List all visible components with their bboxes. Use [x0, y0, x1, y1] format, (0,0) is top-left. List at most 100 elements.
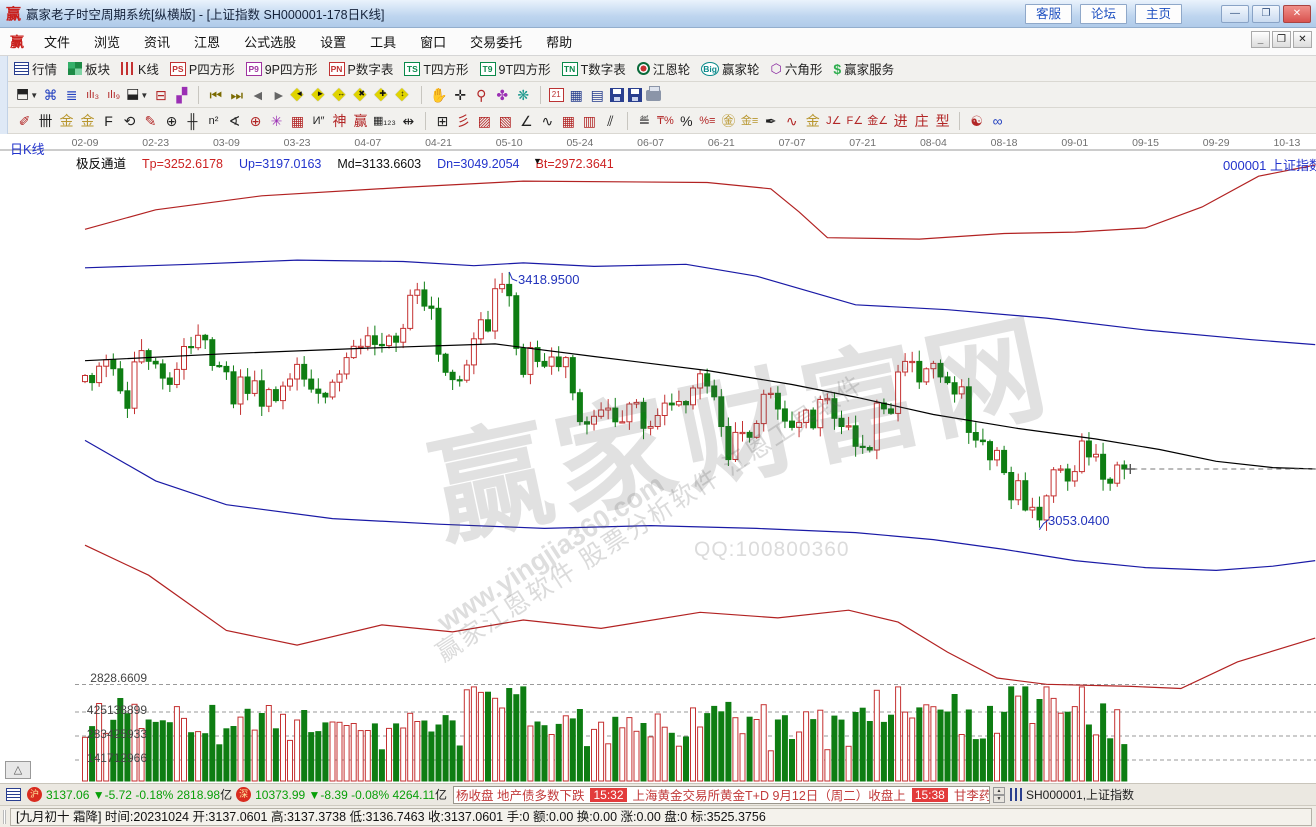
tick-ruler-icon[interactable]: 卌 — [37, 111, 54, 131]
menu-item-tools[interactable]: 工具 — [358, 29, 408, 54]
spinner-up-button[interactable]: ▲ — [993, 787, 1005, 795]
menu-item-trade-order[interactable]: 交易委托 — [458, 29, 534, 54]
menu-item-settings[interactable]: 设置 — [308, 29, 358, 54]
spiral-tool-icon[interactable]: ⟲ — [121, 111, 138, 131]
pattern-window-icon[interactable]: ⌘ — [42, 85, 59, 105]
star-wheel-icon[interactable]: ✳ — [268, 111, 285, 131]
toolbar-button-winner-wheel[interactable]: Big赢家轮 — [701, 59, 759, 78]
gann-box-icon[interactable]: ⊞ — [434, 111, 451, 131]
close-button[interactable]: ✕ — [1283, 5, 1311, 23]
gold-ruler-b-icon[interactable]: 金 — [79, 111, 96, 131]
gold-mid-icon[interactable]: 金 — [804, 111, 821, 131]
xing-tool-icon[interactable]: 型 — [934, 111, 951, 131]
mdi-minimize-button[interactable]: _ — [1251, 31, 1270, 48]
infinity-icon[interactable]: ∞ — [989, 111, 1006, 131]
zigzag-line-icon[interactable]: ∿ — [539, 111, 556, 131]
note-list-icon[interactable]: ≣ — [63, 85, 80, 105]
restore-button[interactable]: ❐ — [1252, 5, 1280, 23]
menu-item-browse[interactable]: 浏览 — [82, 29, 132, 54]
customer-service-button[interactable]: 客服 — [1025, 4, 1072, 24]
expand-panel-button[interactable]: △ — [5, 761, 31, 779]
crosshair-tool-icon[interactable]: ✛ — [452, 85, 469, 105]
print-icon[interactable] — [646, 90, 661, 101]
color-bars-icon[interactable]: ▞ — [173, 85, 190, 105]
first-bar-icon[interactable]: ⏮ — [207, 85, 224, 105]
gold-angle-icon[interactable]: 金∠ — [867, 111, 888, 131]
plain-ruler-icon[interactable]: ╫ — [184, 111, 201, 131]
yinyang-icon[interactable]: ☯ — [968, 111, 985, 131]
toolbar-button-t-square[interactable]: TST四方形 — [404, 59, 468, 78]
gold-ruler-a-icon[interactable]: 金 — [58, 111, 75, 131]
calculator-icon[interactable]: ▦ — [568, 85, 585, 105]
diamond-x-icon[interactable]: ◆✖ — [353, 86, 372, 104]
pointer-pick-tool-icon[interactable]: ⚲ — [473, 85, 490, 105]
toolbar-button-p-number-table[interactable]: PNP数字表 — [329, 59, 394, 78]
menu-item-gann[interactable]: 江恩 — [182, 29, 232, 54]
red-frame-pattern-icon[interactable]: ⊟ — [152, 85, 169, 105]
parallel-lines-icon[interactable]: ⫽ — [602, 111, 619, 131]
hand-tool-icon[interactable]: ✋ — [430, 85, 447, 105]
kline-chart-area[interactable]: 赢家财富网 赢家江恩软件 股票分析软件 江恩工具软件 www.yingjia36… — [0, 134, 1316, 783]
diamond-leftright-icon[interactable]: ◆↔ — [332, 86, 351, 104]
toolbar-button-quotes[interactable]: 行情 — [14, 59, 57, 78]
percent-tool-icon[interactable]: % — [678, 111, 695, 131]
n2-ruler-icon[interactable]: n² — [205, 111, 222, 131]
calendar-icon[interactable]: 21 — [549, 88, 564, 102]
quote-tool-icon[interactable]: И″ — [310, 111, 327, 131]
next-bar-icon[interactable]: ► — [270, 85, 287, 105]
toolbar-button-gann-wheel[interactable]: 江恩轮 — [637, 59, 691, 78]
percent-lines-icon[interactable]: %≡ — [699, 111, 716, 131]
f-angle-icon[interactable]: F∠ — [846, 111, 863, 131]
diamond-updown-icon[interactable]: ◆↕ — [395, 86, 414, 104]
mini-chart-3-icon[interactable]: ılı₃ — [84, 85, 101, 105]
quote-grid-icon[interactable] — [6, 788, 21, 801]
dense-grid-2-icon[interactable]: ▥ — [581, 111, 598, 131]
clover-tool-icon[interactable]: ❋ — [515, 85, 532, 105]
menu-item-formula-stock-pick[interactable]: 公式选股 — [232, 29, 308, 54]
toolbar-button-hexagon[interactable]: ⬡六角形 — [770, 59, 822, 78]
j-angle-icon[interactable]: J∠ — [825, 111, 842, 131]
mdi-restore-button[interactable]: ❐ — [1272, 31, 1291, 48]
toolbar-button-kline[interactable]: K线 — [121, 59, 159, 78]
toolbar-button-9t-square[interactable]: T99T四方形 — [480, 59, 551, 78]
shen-grid-icon[interactable]: 神 — [331, 111, 348, 131]
mdi-close-button[interactable]: ✕ — [1293, 31, 1312, 48]
toolbar-button-9p-square[interactable]: P99P四方形 — [246, 59, 318, 78]
menu-item-file[interactable]: 文件 — [32, 29, 82, 54]
minimize-button[interactable]: — — [1221, 5, 1249, 23]
cycle-circle-icon[interactable]: ⊕ — [163, 111, 180, 131]
gold-lines-icon[interactable]: 金≡ — [741, 111, 758, 131]
prev-bar-icon[interactable]: ◄ — [249, 85, 266, 105]
dense-grid-1-icon[interactable]: ▦ — [560, 111, 577, 131]
wave-axis-icon[interactable]: ∿ — [783, 111, 800, 131]
grid-target-icon[interactable]: ▦ — [289, 111, 306, 131]
angle-line-icon[interactable]: ∠ — [518, 111, 535, 131]
notebook-icon[interactable]: ▤ — [589, 85, 606, 105]
angle-mirror-tool-icon[interactable]: ∢ — [226, 111, 243, 131]
percent-t-icon[interactable]: ₸% — [657, 111, 674, 131]
diamond-plus-icon[interactable]: ◆✚ — [374, 86, 393, 104]
jin-tool-icon[interactable]: 进 — [892, 111, 909, 131]
f-ruler-icon[interactable]: F — [100, 111, 117, 131]
diamond-right-icon[interactable]: ◆► — [311, 86, 330, 104]
mini-chart-9-icon[interactable]: ılı₉ — [105, 85, 122, 105]
ray-fan-icon[interactable]: 彡 — [455, 111, 472, 131]
menu-item-window[interactable]: 窗口 — [408, 29, 458, 54]
toolbar-button-sectors[interactable]: 板块 — [68, 59, 110, 78]
shade-box-1-icon[interactable]: ▨ — [476, 111, 493, 131]
forum-button[interactable]: 论坛 — [1080, 4, 1127, 24]
gold-circle-icon[interactable]: ㊎ — [720, 111, 737, 131]
candle-type-dropdown-icon[interactable]: ⬓▼ — [126, 83, 148, 106]
spinner-down-button[interactable]: ▼ — [993, 795, 1005, 803]
shade-box-2-icon[interactable]: ▧ — [497, 111, 514, 131]
menu-item-help[interactable]: 帮助 — [534, 29, 584, 54]
h-expand-tool-icon[interactable]: ⇹ — [400, 111, 417, 131]
price-ladder-icon[interactable]: ≝ — [636, 111, 653, 131]
last-bar-icon[interactable]: ⏭ — [228, 85, 245, 105]
diamond-left-icon[interactable]: ◆◄ — [290, 86, 309, 104]
save-icon[interactable] — [610, 88, 624, 102]
flower-tool-icon[interactable]: ✤ — [494, 85, 511, 105]
ink-brush-icon[interactable]: ✒ — [762, 111, 779, 131]
toolbar-button-t-number-table[interactable]: TNT数字表 — [562, 59, 626, 78]
grid-123-icon[interactable]: ▦₁₂₃ — [373, 111, 396, 131]
